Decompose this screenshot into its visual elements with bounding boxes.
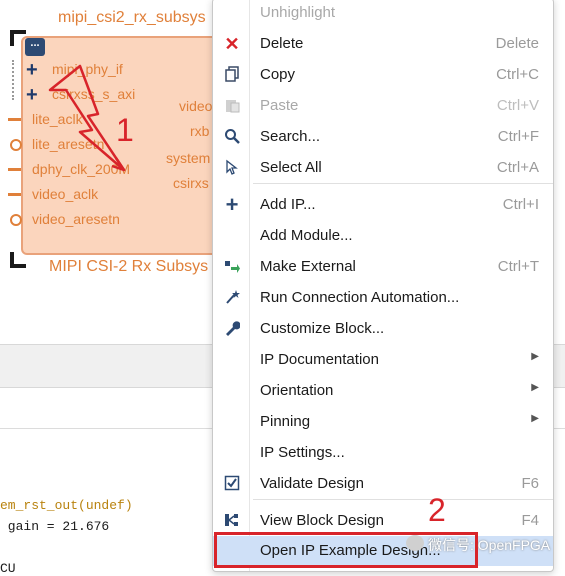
- menu-item-add-ip[interactable]: + Add IP... Ctrl+I: [213, 191, 553, 219]
- menu-item-shortcut: Ctrl+I: [502, 196, 539, 213]
- menu-item-label: Validate Design: [260, 475, 364, 492]
- pin-line: [8, 118, 21, 121]
- menu-item-label: Add Module...: [260, 227, 353, 244]
- make-external-icon: [223, 258, 241, 276]
- expand-plus-icon[interactable]: +: [26, 60, 38, 80]
- menu-item-ip-documentation[interactable]: IP Documentation ▶: [213, 346, 553, 374]
- menu-item-shortcut: Ctrl+V: [496, 97, 539, 114]
- menu-item-label: Search...: [260, 128, 321, 145]
- menu-item-add-module[interactable]: Add Module...: [213, 222, 553, 250]
- menu-item-paste[interactable]: Paste Ctrl+V: [213, 92, 553, 120]
- pin-line: [8, 168, 21, 171]
- dashed-guide: [12, 60, 22, 100]
- log-line: em_rst_out(undef): [0, 498, 133, 513]
- select-all-icon: [223, 159, 241, 177]
- menu-item-label: Customize Block...: [260, 320, 385, 337]
- port-video-aresetn[interactable]: video_aresetn: [32, 211, 120, 227]
- menu-separator: [253, 183, 553, 184]
- menu-item-unhighlight[interactable]: Unhighlight: [213, 0, 553, 27]
- submenu-arrow-icon: ▶: [531, 382, 539, 393]
- validate-icon: [223, 475, 241, 493]
- menu-item-label: IP Settings...: [260, 444, 345, 461]
- menu-item-copy[interactable]: Copy Ctrl+C: [213, 61, 553, 89]
- wrench-icon: [223, 320, 241, 338]
- menu-item-label: Copy: [260, 66, 296, 83]
- menu-item-shortcut: Ctrl+A: [496, 159, 539, 176]
- menu-item-view-block-design[interactable]: View Block Design F4: [213, 507, 553, 535]
- menu-item-shortcut: Ctrl+T: [497, 258, 539, 275]
- watermark: 微信号: OpenFPGA: [428, 537, 551, 553]
- pin-line: [8, 193, 21, 196]
- annotation-step-1: 1: [116, 112, 134, 148]
- menu-item-shortcut: Ctrl+F: [497, 128, 539, 145]
- delete-x-icon: ✕: [224, 34, 240, 54]
- paste-icon: [223, 97, 241, 115]
- log-line: gain = 21.676: [0, 519, 110, 534]
- expand-plus-icon[interactable]: +: [26, 85, 38, 105]
- context-menu: Unhighlight ✕ Delete Delete Copy Ctrl+C …: [212, 0, 554, 572]
- menu-item-orientation[interactable]: Orientation ▶: [213, 377, 553, 405]
- menu-item-label: Unhighlight: [260, 4, 336, 21]
- menu-item-label: Paste: [260, 97, 299, 114]
- port-system[interactable]: system: [166, 150, 210, 166]
- menu-item-validate-design[interactable]: Validate Design F6: [213, 470, 553, 498]
- menu-separator: [253, 499, 553, 500]
- menu-item-search[interactable]: Search... Ctrl+F: [213, 123, 553, 151]
- menu-item-label: Delete: [260, 35, 304, 52]
- search-icon: [223, 128, 241, 146]
- copy-icon: [223, 66, 241, 84]
- menu-item-select-all[interactable]: Select All Ctrl+A: [213, 154, 553, 182]
- port-video-aclk[interactable]: video_aclk: [32, 186, 98, 202]
- pin-circle: [10, 139, 22, 151]
- port-rxb[interactable]: rxb: [190, 123, 209, 139]
- add-icon: +: [225, 192, 239, 217]
- menu-item-label: IP Documentation: [260, 351, 379, 368]
- ip-block-title: MIPI CSI-2 Rx Subsys: [49, 258, 209, 275]
- view-block-design-icon: [223, 512, 241, 530]
- wand-icon: [223, 289, 241, 307]
- menu-item-label: Make External: [260, 258, 356, 275]
- menu-item-run-connection-automation[interactable]: Run Connection Automation...: [213, 284, 553, 312]
- menu-item-label: Add IP...: [260, 196, 316, 213]
- wechat-icon: [406, 535, 424, 551]
- submenu-arrow-icon: ▶: [531, 413, 539, 424]
- menu-item-make-external[interactable]: Make External Ctrl+T: [213, 253, 553, 281]
- menu-item-delete[interactable]: ✕ Delete Delete: [213, 30, 553, 58]
- menu-item-shortcut: F4: [521, 512, 539, 529]
- port-csirxs[interactable]: csirxs: [173, 175, 209, 191]
- submenu-arrow-icon: ▶: [531, 351, 539, 362]
- menu-item-pinning[interactable]: Pinning ▶: [213, 408, 553, 436]
- menu-item-ip-settings[interactable]: IP Settings...: [213, 439, 553, 467]
- pin-circle: [10, 214, 22, 226]
- menu-item-label: Pinning: [260, 413, 311, 430]
- menu-item-label: Orientation: [260, 382, 334, 399]
- menu-item-label: View Block Design: [260, 512, 384, 529]
- menu-item-shortcut: F6: [521, 475, 539, 492]
- annotation-step-2: 2: [428, 492, 446, 528]
- menu-item-shortcut: Ctrl+C: [496, 66, 539, 83]
- menu-item-customize-block[interactable]: Customize Block...: [213, 315, 553, 343]
- port-video-out[interactable]: video: [179, 98, 212, 114]
- menu-item-label: Select All: [260, 159, 322, 176]
- menu-item-label: Run Connection Automation...: [260, 289, 460, 306]
- ip-instance-name: mipi_csi2_rx_subsys: [58, 9, 206, 26]
- ip-block-menu-icon[interactable]: ...: [25, 38, 45, 56]
- menu-item-shortcut: Delete: [495, 35, 539, 52]
